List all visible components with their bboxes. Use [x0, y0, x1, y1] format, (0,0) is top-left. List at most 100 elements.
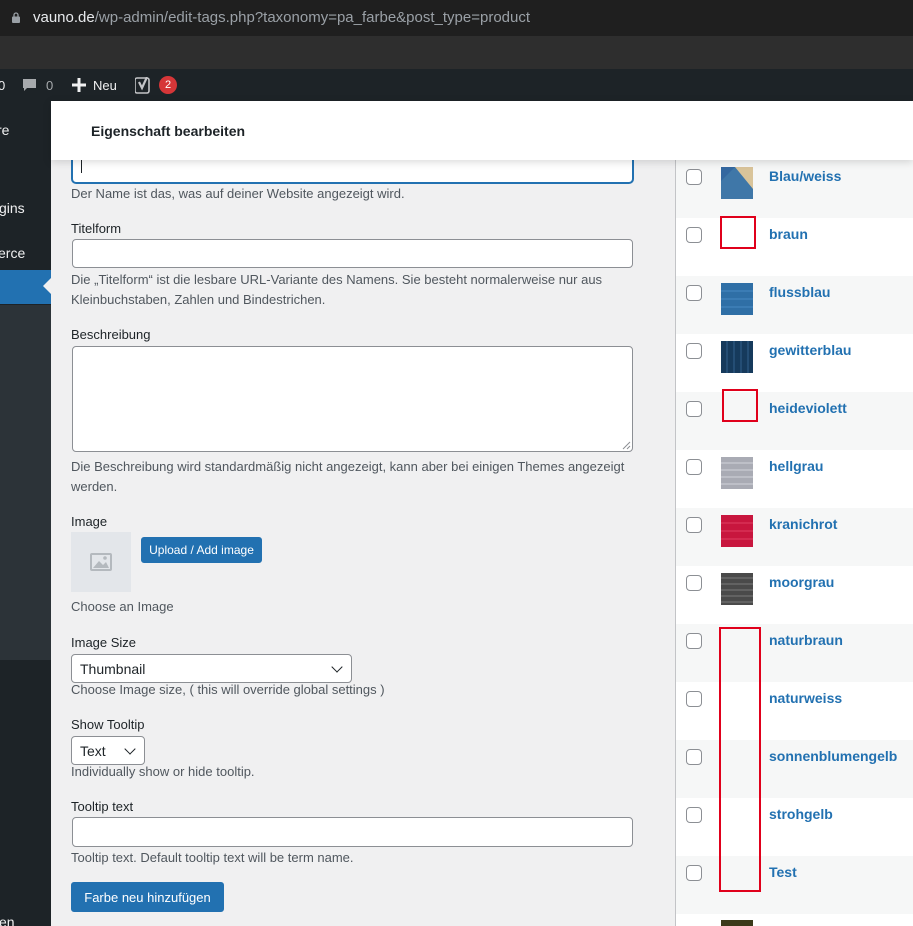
menu-item-label: en	[0, 914, 15, 926]
row-checkbox[interactable]	[686, 343, 702, 359]
swatch-thumbnail	[721, 573, 753, 605]
menu-item-label: gins	[0, 200, 25, 216]
image-label: Image	[71, 514, 108, 529]
row-checkbox[interactable]	[686, 749, 702, 765]
show-tooltip-value: Text	[80, 742, 106, 759]
chevron-down-icon	[331, 660, 343, 673]
slug-label: Titelform	[71, 221, 122, 236]
admin-bar-fragment-text: 0	[0, 77, 6, 93]
text-caret	[81, 158, 82, 173]
name-description: Der Name ist das, was auf deiner Website…	[71, 186, 405, 201]
show-tooltip-select[interactable]: Text	[71, 736, 145, 765]
table-row[interactable]: sonnenblumengelb	[676, 740, 913, 798]
yoast-icon	[135, 76, 150, 94]
browser-toolbar-strip	[0, 36, 913, 69]
chevron-down-icon	[124, 742, 136, 755]
url-path: /wp-admin/edit-tags.php?taxonomy=pa_farb…	[94, 9, 531, 26]
upload-image-button[interactable]: Upload / Add image	[141, 537, 262, 563]
row-checkbox[interactable]	[686, 517, 702, 533]
admin-sidebar: re gins erce en	[0, 101, 51, 926]
term-name[interactable]: Blau/weiss	[769, 168, 841, 184]
term-name[interactable]: hellgrau	[769, 458, 823, 474]
resize-handle-icon[interactable]	[622, 441, 631, 450]
term-name[interactable]: sonnenblumengelb	[769, 748, 897, 764]
row-checkbox[interactable]	[686, 401, 702, 417]
tooltip-text-input[interactable]	[72, 817, 633, 847]
new-label: Neu	[93, 77, 117, 93]
missing-swatch-highlight	[722, 389, 758, 422]
term-name[interactable]: kranichrot	[769, 516, 837, 532]
admin-bar-fragment[interactable]: 0	[0, 69, 5, 101]
row-checkbox[interactable]	[686, 575, 702, 591]
table-row[interactable]: Test	[676, 856, 913, 914]
table-row[interactable]: hellgrau	[676, 450, 913, 508]
url-host: vauno.de	[33, 9, 95, 26]
term-name[interactable]: heideviolett	[769, 400, 847, 416]
lock-icon	[12, 12, 20, 23]
row-checkbox[interactable]	[686, 865, 702, 881]
table-row[interactable]: strohgelb	[676, 798, 913, 856]
image-placeholder	[71, 532, 131, 592]
browser-url-bar[interactable]: vauno.de/wp-admin/edit-tags.php?taxonomy…	[0, 0, 913, 36]
table-row[interactable]: flussblau	[676, 276, 913, 334]
row-checkbox[interactable]	[686, 459, 702, 475]
slug-description: Die „Titelform“ ist die lesbare URL-Vari…	[71, 272, 603, 307]
slug-input[interactable]	[72, 239, 633, 268]
notification-badge: 2	[159, 76, 177, 94]
swatch-thumbnail	[721, 341, 753, 373]
swatch-thumbnail	[721, 457, 753, 489]
image-size-description: Choose Image size, ( this will override …	[71, 682, 385, 697]
term-name[interactable]: naturbraun	[769, 632, 843, 648]
row-checkbox[interactable]	[686, 633, 702, 649]
page-header: Eigenschaft bearbeiten	[51, 101, 913, 160]
row-checkbox[interactable]	[686, 227, 702, 243]
add-color-button[interactable]: Farbe neu hinzufügen	[71, 882, 224, 912]
table-row[interactable]: kranichrot	[676, 508, 913, 566]
description-label: Beschreibung	[71, 327, 151, 342]
missing-swatch-highlight	[720, 216, 756, 249]
menu-item-label: erce	[0, 245, 26, 261]
table-row[interactable]: naturweiss	[676, 682, 913, 740]
row-checkbox[interactable]	[686, 285, 702, 301]
term-name[interactable]: flussblau	[769, 284, 830, 300]
new-content-menu[interactable]: Neu	[72, 69, 117, 101]
show-tooltip-label: Show Tooltip	[71, 717, 145, 732]
image-size-select[interactable]: Thumbnail	[71, 654, 352, 683]
term-name[interactable]: moorgrau	[769, 574, 834, 590]
menu-item-plugins[interactable]: gins	[0, 191, 51, 225]
term-name[interactable]: strohgelb	[769, 806, 833, 822]
row-checkbox[interactable]	[686, 691, 702, 707]
image-size-label: Image Size	[71, 635, 137, 650]
comment-icon	[23, 79, 36, 91]
row-checkbox[interactable]	[686, 169, 702, 185]
table-row[interactable]: heideviolett	[676, 392, 913, 450]
comments-count: 0	[46, 77, 54, 93]
image-description: Choose an Image	[71, 599, 174, 614]
menu-item-fragment-1[interactable]: re	[0, 113, 51, 147]
menu-item-fragment-2[interactable]: en	[0, 905, 51, 926]
url-text[interactable]: vauno.de/wp-admin/edit-tags.php?taxonomy…	[33, 9, 530, 26]
swatch-thumbnail	[721, 920, 753, 926]
term-name[interactable]: Test	[769, 864, 797, 880]
table-row[interactable]: Blau/weiss	[676, 160, 913, 218]
description-textarea[interactable]	[72, 346, 633, 452]
wp-admin-bar: 0 0 Neu 2	[0, 69, 913, 101]
image-size-value: Thumbnail	[80, 660, 146, 677]
term-name[interactable]: naturweiss	[769, 690, 842, 706]
term-name[interactable]: braun	[769, 226, 808, 242]
table-row[interactable]: moorgrau	[676, 566, 913, 624]
menu-item-label: re	[0, 122, 10, 138]
table-row[interactable]: braun	[676, 218, 913, 276]
swatch-thumbnail	[721, 167, 753, 199]
add-term-form: Der Name ist das, was auf deiner Website…	[51, 152, 675, 926]
swatch-thumbnail	[721, 515, 753, 547]
menu-item-woocommerce[interactable]: erce	[0, 236, 51, 270]
yoast-menu[interactable]: 2	[135, 69, 177, 101]
image-placeholder-icon	[90, 553, 112, 571]
row-checkbox[interactable]	[686, 807, 702, 823]
table-row[interactable]: naturbraun	[676, 624, 913, 682]
term-name[interactable]: gewitterblau	[769, 342, 851, 358]
table-row[interactable]: gewitterblau	[676, 334, 913, 392]
comments-menu[interactable]: 0	[22, 69, 53, 101]
tooltip-text-description: Tooltip text. Default tooltip text will …	[71, 850, 354, 865]
